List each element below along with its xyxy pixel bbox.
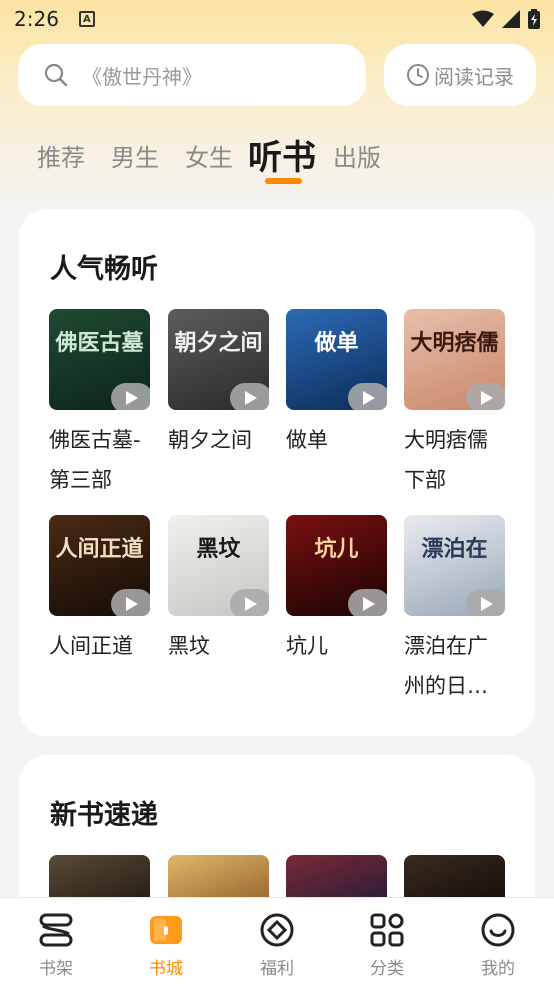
tab-female[interactable]: 女生 — [185, 138, 233, 173]
clock-icon — [407, 64, 429, 86]
book-title[interactable]: 人间正道 — [49, 626, 150, 666]
profile-icon — [481, 913, 515, 947]
status-time: 2:26 — [14, 7, 59, 31]
book-item[interactable]: 大明痞儒大明痞儒下部 — [404, 309, 505, 500]
book-cover[interactable]: 漂泊在 — [404, 515, 505, 616]
book-title[interactable]: 大明痞儒下部 — [404, 420, 505, 500]
nav-profile[interactable]: 我的 — [443, 898, 553, 984]
play-icon[interactable] — [466, 383, 505, 410]
play-icon[interactable] — [111, 589, 150, 616]
welfare-icon — [260, 913, 294, 947]
book-cover[interactable]: 佛医古墓 — [49, 309, 150, 410]
tab-male[interactable]: 男生 — [111, 138, 159, 173]
cover-title: 人间正道 — [55, 536, 144, 562]
book-cover[interactable]: 朝夕之间 — [168, 309, 269, 410]
nav-label: 书城 — [149, 959, 183, 979]
book-item[interactable]: 坑儿 坑儿 — [286, 515, 387, 666]
bookshelf-icon — [39, 913, 73, 947]
battery-icon — [528, 9, 540, 29]
active-tab-indicator — [265, 178, 302, 184]
nav-label: 福利 — [260, 959, 294, 979]
book-title[interactable]: 朝夕之间 — [168, 420, 269, 460]
tab-publishing[interactable]: 出版 — [333, 138, 381, 173]
play-icon[interactable] — [348, 383, 387, 410]
tab-recommend[interactable]: 推荐 — [37, 138, 85, 173]
nav-label: 书架 — [39, 959, 73, 979]
book-item[interactable]: 黑坟 黑坟 — [168, 515, 269, 666]
book-title[interactable]: 黑坟 — [168, 626, 269, 666]
book-cover[interactable]: 黑坟 — [168, 515, 269, 616]
nav-label: 我的 — [481, 959, 515, 979]
nav-category[interactable]: 分类 — [332, 898, 442, 984]
cover-title: 大明痞儒 — [410, 330, 499, 356]
book-title[interactable]: 漂泊在广州的日… — [404, 626, 505, 706]
cover-title: 漂泊在 — [421, 536, 488, 562]
nav-bookshelf[interactable]: 书架 — [1, 898, 111, 984]
search-input[interactable]: 《傲世丹神》 — [18, 44, 366, 106]
book-cover[interactable]: 大明痞儒 — [404, 309, 505, 410]
reading-history-label: 阅读记录 — [434, 64, 514, 89]
search-icon — [44, 63, 68, 87]
cover-title: 佛医古墓 — [55, 330, 144, 356]
play-icon[interactable] — [230, 383, 269, 410]
bookstore-icon — [150, 916, 182, 944]
play-icon[interactable] — [348, 589, 387, 616]
book-item[interactable]: 做单 做单 — [286, 309, 387, 460]
signal-icon — [502, 10, 520, 28]
bottom-navigation: 书架 书城 福利 分类 我的 — [0, 897, 554, 984]
nav-bookstore[interactable]: 书城 — [111, 898, 221, 984]
book-title[interactable]: 做单 — [286, 420, 387, 460]
book-item[interactable]: 漂泊在漂泊在广州的日… — [404, 515, 505, 706]
play-icon[interactable] — [111, 383, 150, 410]
reading-history-button[interactable]: 阅读记录 — [384, 44, 536, 106]
book-item[interactable]: 人间正道 人间正道 — [49, 515, 150, 666]
status-bar: 2:26 A — [0, 0, 554, 38]
status-icons — [472, 9, 540, 29]
book-title[interactable]: 佛医古墓-第三部 — [49, 420, 150, 500]
nav-label: 分类 — [370, 959, 404, 979]
play-icon[interactable] — [230, 589, 269, 616]
cover-title: 朝夕之间 — [174, 330, 263, 356]
play-icon[interactable] — [466, 589, 505, 616]
section-title: 人气畅听 — [50, 254, 158, 285]
section-title: 新书速递 — [50, 800, 158, 831]
book-item[interactable]: 佛医古墓佛医古墓-第三部 — [49, 309, 150, 500]
tab-audiobook[interactable]: 听书 — [248, 130, 316, 179]
book-cover[interactable]: 做单 — [286, 309, 387, 410]
a-icon: A — [78, 11, 95, 27]
book-cover[interactable]: 坑儿 — [286, 515, 387, 616]
search-placeholder: 《傲世丹神》 — [82, 64, 202, 89]
book-cover[interactable]: 人间正道 — [49, 515, 150, 616]
cover-title: 黑坟 — [196, 536, 241, 562]
nav-welfare[interactable]: 福利 — [222, 898, 332, 984]
book-item[interactable]: 朝夕之间 朝夕之间 — [168, 309, 269, 460]
cover-title: 做单 — [314, 330, 359, 356]
cover-title: 坑儿 — [314, 536, 359, 562]
wifi-icon — [472, 10, 494, 27]
category-icon — [370, 913, 404, 947]
book-title[interactable]: 坑儿 — [286, 626, 387, 666]
